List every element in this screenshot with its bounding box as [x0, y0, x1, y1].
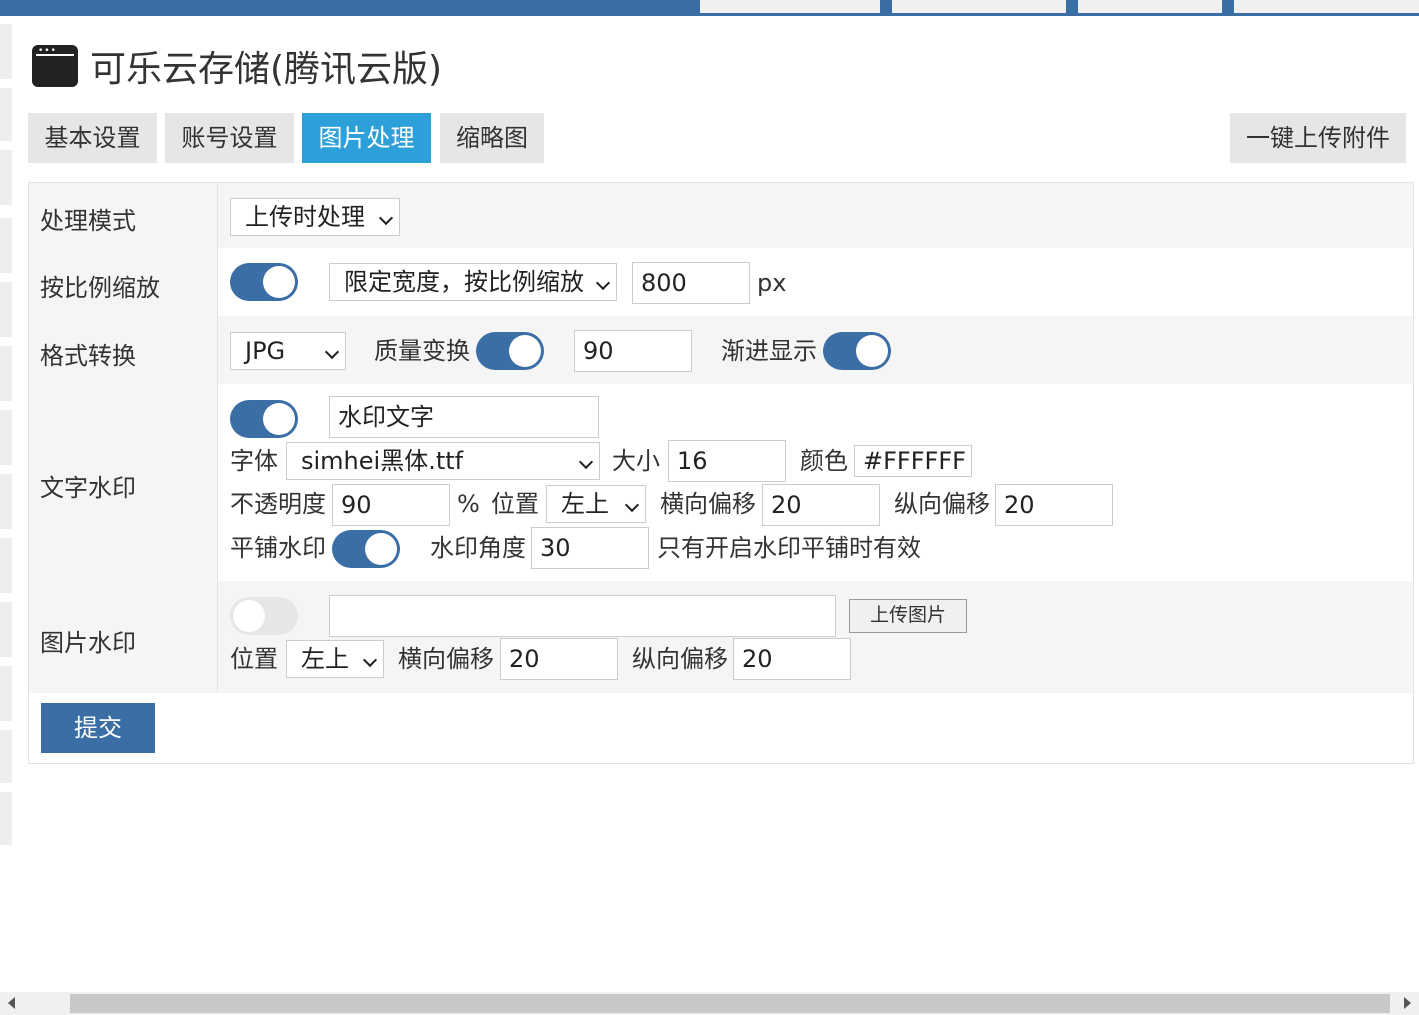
opacity-label: 不透明度: [230, 490, 326, 518]
scale-label: 按比例缩放: [40, 274, 160, 302]
top-nav-separator: [1222, 0, 1234, 16]
left-sidebar-edge: [0, 602, 12, 657]
upload-image-button[interactable]: 上传图片: [849, 599, 967, 633]
image-processing-form: 处理模式 上传时处理 按比例缩放 限定宽度，按比例缩放 800 px 格式转换 …: [28, 182, 1414, 764]
page-title: 可乐云存储(腾讯云版): [90, 49, 443, 90]
top-nav-tab-1[interactable]: [700, 0, 880, 16]
progressive-toggle[interactable]: [823, 332, 891, 370]
image-watermark-toggle[interactable]: [230, 597, 298, 635]
horizontal-scrollbar[interactable]: [0, 992, 1419, 1015]
top-nav-tab-2[interactable]: [892, 0, 1066, 16]
left-sidebar-edge: [0, 792, 12, 845]
progressive-label: 渐进显示: [721, 337, 817, 365]
image-offset-x-input[interactable]: 20: [500, 638, 618, 680]
image-offset-y-label: 纵向偏移: [632, 645, 728, 673]
top-nav-bar: [0, 0, 1419, 16]
quality-toggle[interactable]: [476, 332, 544, 370]
scale-mode-select[interactable]: 限定宽度，按比例缩放: [329, 263, 617, 301]
color-label: 颜色: [800, 447, 848, 475]
image-position-select[interactable]: 左上: [286, 640, 384, 678]
tab-thumbnail[interactable]: 缩略图: [440, 113, 544, 163]
left-sidebar-edge: [0, 282, 12, 337]
top-nav-tab-4[interactable]: [1234, 0, 1419, 16]
left-sidebar-edge: [0, 730, 12, 783]
chevron-down-icon: [324, 344, 340, 360]
angle-label: 水印角度: [430, 534, 526, 562]
processing-mode-select[interactable]: 上传时处理: [230, 198, 400, 236]
quality-input[interactable]: 90: [574, 330, 692, 372]
left-sidebar-edge: [0, 24, 12, 79]
offset-y-label: 纵向偏移: [894, 490, 990, 518]
position-select[interactable]: 左上: [546, 485, 646, 523]
format-label: 格式转换: [40, 342, 136, 370]
image-offset-x-label: 横向偏移: [398, 645, 494, 673]
row-processing-mode: 处理模式 上传时处理: [29, 183, 1413, 248]
submit-button[interactable]: 提交: [41, 703, 155, 753]
angle-input[interactable]: 30: [531, 527, 649, 569]
tile-toggle[interactable]: [332, 530, 400, 568]
left-sidebar-edge: [0, 218, 12, 273]
format-select[interactable]: JPG: [230, 332, 346, 370]
opacity-input[interactable]: 90: [332, 484, 450, 526]
quality-label: 质量变换: [374, 337, 470, 365]
row-format: 格式转换 JPG 质量变换 90 渐进显示: [29, 316, 1413, 384]
scroll-right-icon[interactable]: [1404, 997, 1411, 1009]
color-input[interactable]: #FFFFFF: [854, 445, 972, 477]
text-watermark-toggle[interactable]: [230, 400, 298, 438]
offset-y-input[interactable]: 20: [995, 484, 1113, 526]
left-sidebar-edge: [0, 346, 12, 401]
text-watermark-label: 文字水印: [40, 474, 136, 502]
watermark-image-path-input[interactable]: [329, 595, 836, 637]
chevron-down-icon: [624, 497, 640, 513]
upload-all-attachments-button[interactable]: 一键上传附件: [1230, 113, 1406, 163]
row-text-watermark: 文字水印 水印文字 字体 simhei黑体.ttf 大小 16 颜色 #FFFF…: [29, 384, 1413, 581]
left-sidebar-edge: [0, 410, 12, 465]
scrollbar-thumb[interactable]: [70, 994, 1390, 1013]
tile-label: 平铺水印: [230, 534, 326, 562]
scale-toggle[interactable]: [230, 263, 298, 301]
position-label: 位置: [491, 490, 539, 518]
top-nav-separator: [1066, 0, 1078, 16]
scale-unit-label: px: [757, 269, 787, 297]
font-select[interactable]: simhei黑体.ttf: [286, 442, 600, 480]
chevron-down-icon: [578, 454, 594, 470]
browser-window-icon: •••: [32, 45, 78, 87]
left-sidebar-edge: [0, 474, 12, 529]
percent-label: %: [457, 490, 480, 518]
top-nav-tab-3[interactable]: [1078, 0, 1222, 16]
image-offset-y-input[interactable]: 20: [733, 638, 851, 680]
top-nav-background: [0, 0, 700, 16]
left-sidebar-edge: [0, 150, 12, 205]
tab-account-settings[interactable]: 账号设置: [165, 113, 294, 163]
left-sidebar-edge: [0, 538, 12, 593]
font-label: 字体: [230, 447, 278, 475]
angle-note: 只有开启水印平铺时有效: [657, 534, 921, 562]
left-sidebar-edge: [0, 88, 12, 141]
top-nav-separator: [880, 0, 892, 16]
left-sidebar-edge: [0, 666, 12, 721]
image-watermark-label: 图片水印: [40, 629, 136, 657]
scroll-left-icon[interactable]: [8, 997, 15, 1009]
chevron-down-icon: [595, 275, 611, 291]
offset-x-input[interactable]: 20: [762, 484, 880, 526]
offset-x-label: 横向偏移: [660, 490, 756, 518]
watermark-text-input[interactable]: 水印文字: [329, 396, 599, 438]
size-label: 大小: [612, 447, 660, 475]
processing-mode-label: 处理模式: [40, 207, 136, 235]
scale-size-input[interactable]: 800: [632, 262, 750, 304]
chevron-down-icon: [378, 210, 394, 226]
chevron-down-icon: [362, 652, 378, 668]
image-position-label: 位置: [230, 645, 278, 673]
tab-basic-settings[interactable]: 基本设置: [28, 113, 157, 163]
tab-image-processing[interactable]: 图片处理: [302, 113, 431, 163]
font-size-input[interactable]: 16: [668, 440, 786, 482]
row-image-watermark: 图片水印 上传图片 位置 左上 横向偏移 20 纵向偏移 20: [29, 581, 1413, 693]
row-scale: 按比例缩放 限定宽度，按比例缩放 800 px: [29, 248, 1413, 316]
